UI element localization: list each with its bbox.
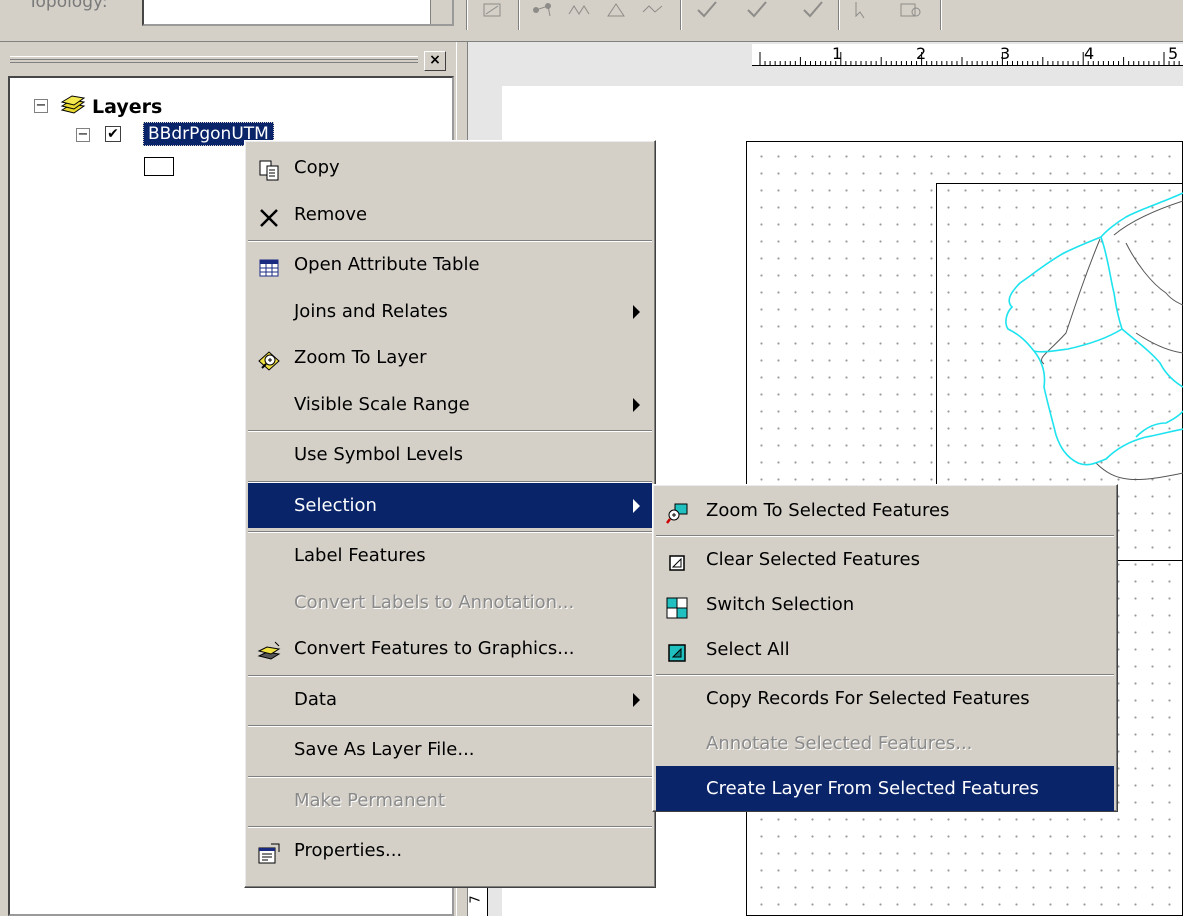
menu-item-copy-records-for-selected-features[interactable]: Copy Records For Selected Features bbox=[656, 676, 1114, 721]
menu-item-label: Selection bbox=[294, 494, 377, 516]
reshape-edge-icon[interactable] bbox=[640, 0, 666, 22]
ruler-label: 3 bbox=[1000, 44, 1011, 63]
clear-selection-icon bbox=[664, 547, 690, 571]
toolbar-separator bbox=[466, 0, 468, 30]
toolbar-separator bbox=[518, 0, 520, 30]
menu-item-selection[interactable]: Selection bbox=[248, 482, 652, 528]
toc-titlebar: × bbox=[0, 46, 452, 74]
layers-icon bbox=[60, 95, 86, 114]
submenu-arrow-icon bbox=[633, 397, 640, 412]
menu-item-convert-features-to-graphics[interactable]: Convert Features to Graphics... bbox=[248, 626, 652, 671]
toolbar-separator bbox=[680, 0, 682, 30]
table-icon bbox=[256, 252, 282, 277]
layer-visibility-checkbox[interactable]: ✔ bbox=[105, 126, 121, 142]
menu-item-label: Clear Selected Features bbox=[706, 549, 920, 570]
menu-item-label: Use Symbol Levels bbox=[294, 444, 464, 465]
menu-item-data[interactable]: Data bbox=[248, 677, 652, 722]
menu-item-label: Remove bbox=[294, 203, 368, 225]
vertical-ruler-label: 7 bbox=[468, 895, 484, 904]
close-icon[interactable]: × bbox=[424, 51, 446, 71]
switch-selection-icon bbox=[664, 592, 690, 619]
collapse-layers-icon[interactable]: − bbox=[34, 99, 48, 113]
menu-item-zoom-to-layer[interactable]: Zoom To Layer bbox=[248, 335, 652, 380]
menu-item-label: Open Attribute Table bbox=[294, 254, 480, 275]
validate-topology-icon[interactable] bbox=[694, 0, 720, 22]
map-topology-icon[interactable] bbox=[530, 0, 556, 22]
validate-extent-icon[interactable] bbox=[800, 0, 826, 22]
menu-item-label: Copy Records For Selected Features bbox=[706, 688, 1030, 709]
menu-item-label: Save As Layer File... bbox=[294, 739, 475, 760]
menu-item-convert-labels-to-annotation: Convert Labels to Annotation... bbox=[248, 580, 652, 625]
toolbar-separator bbox=[838, 0, 840, 30]
menu-item-select-all[interactable]: Select All bbox=[656, 627, 1114, 672]
menu-item-label: Properties... bbox=[294, 840, 403, 861]
topology-edit-icon[interactable] bbox=[480, 0, 506, 22]
menu-item-make-permanent: Make Permanent bbox=[248, 778, 652, 823]
menu-item-annotate-selected-features: Annotate Selected Features... bbox=[656, 721, 1114, 766]
topology-tool-icon[interactable] bbox=[604, 0, 630, 22]
menu-item-label: Make Permanent bbox=[294, 789, 446, 811]
submenu-arrow-icon bbox=[633, 498, 640, 513]
select-all-icon bbox=[664, 637, 690, 662]
fix-topology-error-icon[interactable] bbox=[850, 0, 876, 22]
menu-item-label: Create Layer From Selected Features bbox=[706, 778, 1039, 799]
menu-item-clear-selected-features[interactable]: Clear Selected Features bbox=[656, 537, 1114, 582]
error-inspector-icon[interactable] bbox=[898, 0, 924, 22]
menu-item-label-features[interactable]: Label Features bbox=[248, 533, 652, 578]
menu-item-zoom-to-selected-features[interactable]: Zoom To Selected Features bbox=[656, 488, 1114, 533]
menu-item-label: Zoom To Layer bbox=[294, 347, 427, 368]
menu-item-label: Convert Features to Graphics... bbox=[294, 638, 575, 659]
properties-icon bbox=[256, 838, 282, 864]
toolbar: Topology: bbox=[0, 0, 1183, 42]
topology-label: Topology: bbox=[28, 0, 108, 12]
ruler-label: 2 bbox=[916, 44, 927, 63]
menu-item-label: Label Features bbox=[294, 545, 426, 566]
submenu-arrow-icon bbox=[633, 304, 640, 319]
menu-item-label: Select All bbox=[706, 639, 790, 660]
ruler-label: 5 bbox=[1168, 44, 1179, 63]
selection-submenu: Zoom To Selected Features Clear Selected … bbox=[652, 484, 1118, 812]
collapse-layer-icon[interactable]: − bbox=[76, 128, 90, 142]
convert-graphics-icon bbox=[256, 636, 282, 660]
remove-icon bbox=[256, 202, 282, 227]
menu-item-label: Data bbox=[294, 688, 337, 710]
menu-item-use-symbol-levels[interactable]: Use Symbol Levels bbox=[248, 432, 652, 477]
ruler-label: 4 bbox=[1084, 44, 1095, 63]
menu-item-label: Convert Labels to Annotation... bbox=[294, 591, 575, 613]
menu-item-label: Copy bbox=[294, 157, 340, 178]
validate-area-icon[interactable] bbox=[744, 0, 770, 22]
menu-item-copy[interactable]: Copy bbox=[248, 145, 652, 190]
toc-grip[interactable] bbox=[10, 56, 418, 63]
topology-dropdown[interactable] bbox=[142, 0, 454, 26]
layer-context-menu: Copy Remove Open Attribute Table Joins and … bbox=[244, 140, 656, 888]
menu-item-joins-and-relates[interactable]: Joins and Relates bbox=[248, 289, 652, 334]
menu-item-label: Visible Scale Range bbox=[294, 393, 470, 415]
menu-item-open-attribute-table[interactable]: Open Attribute Table bbox=[248, 242, 652, 287]
menu-item-label: Zoom To Selected Features bbox=[706, 500, 950, 521]
menu-item-label: Switch Selection bbox=[706, 594, 855, 615]
vertical-ruler: 7 bbox=[468, 886, 488, 916]
submenu-arrow-icon bbox=[633, 692, 640, 707]
zoom-to-layer-icon bbox=[256, 345, 282, 371]
toolbar-separator bbox=[940, 0, 942, 30]
menu-item-visible-scale-range[interactable]: Visible Scale Range bbox=[248, 382, 652, 427]
menu-item-label: Joins and Relates bbox=[294, 300, 448, 322]
menu-item-switch-selection[interactable]: Switch Selection bbox=[656, 582, 1114, 627]
ruler-ticks bbox=[759, 52, 1180, 66]
horizontal-ruler: 1 2 3 4 5 bbox=[752, 44, 1183, 66]
zoom-selected-icon bbox=[664, 498, 690, 524]
copy-icon bbox=[256, 155, 282, 181]
menu-item-remove[interactable]: Remove bbox=[248, 192, 652, 237]
show-shared-features-icon[interactable] bbox=[566, 0, 592, 22]
menu-item-create-layer-from-selected-features[interactable]: Create Layer From Selected Features bbox=[656, 766, 1114, 811]
layer-symbol-swatch[interactable] bbox=[144, 157, 174, 176]
layers-root-label[interactable]: Layers bbox=[92, 96, 162, 118]
menu-item-save-as-layer-file[interactable]: Save As Layer File... bbox=[248, 727, 652, 772]
menu-item-properties[interactable]: Properties... bbox=[248, 828, 652, 873]
chevron-down-icon[interactable] bbox=[430, 0, 452, 24]
ruler-label: 1 bbox=[832, 44, 843, 63]
menu-item-label: Annotate Selected Features... bbox=[706, 733, 973, 754]
